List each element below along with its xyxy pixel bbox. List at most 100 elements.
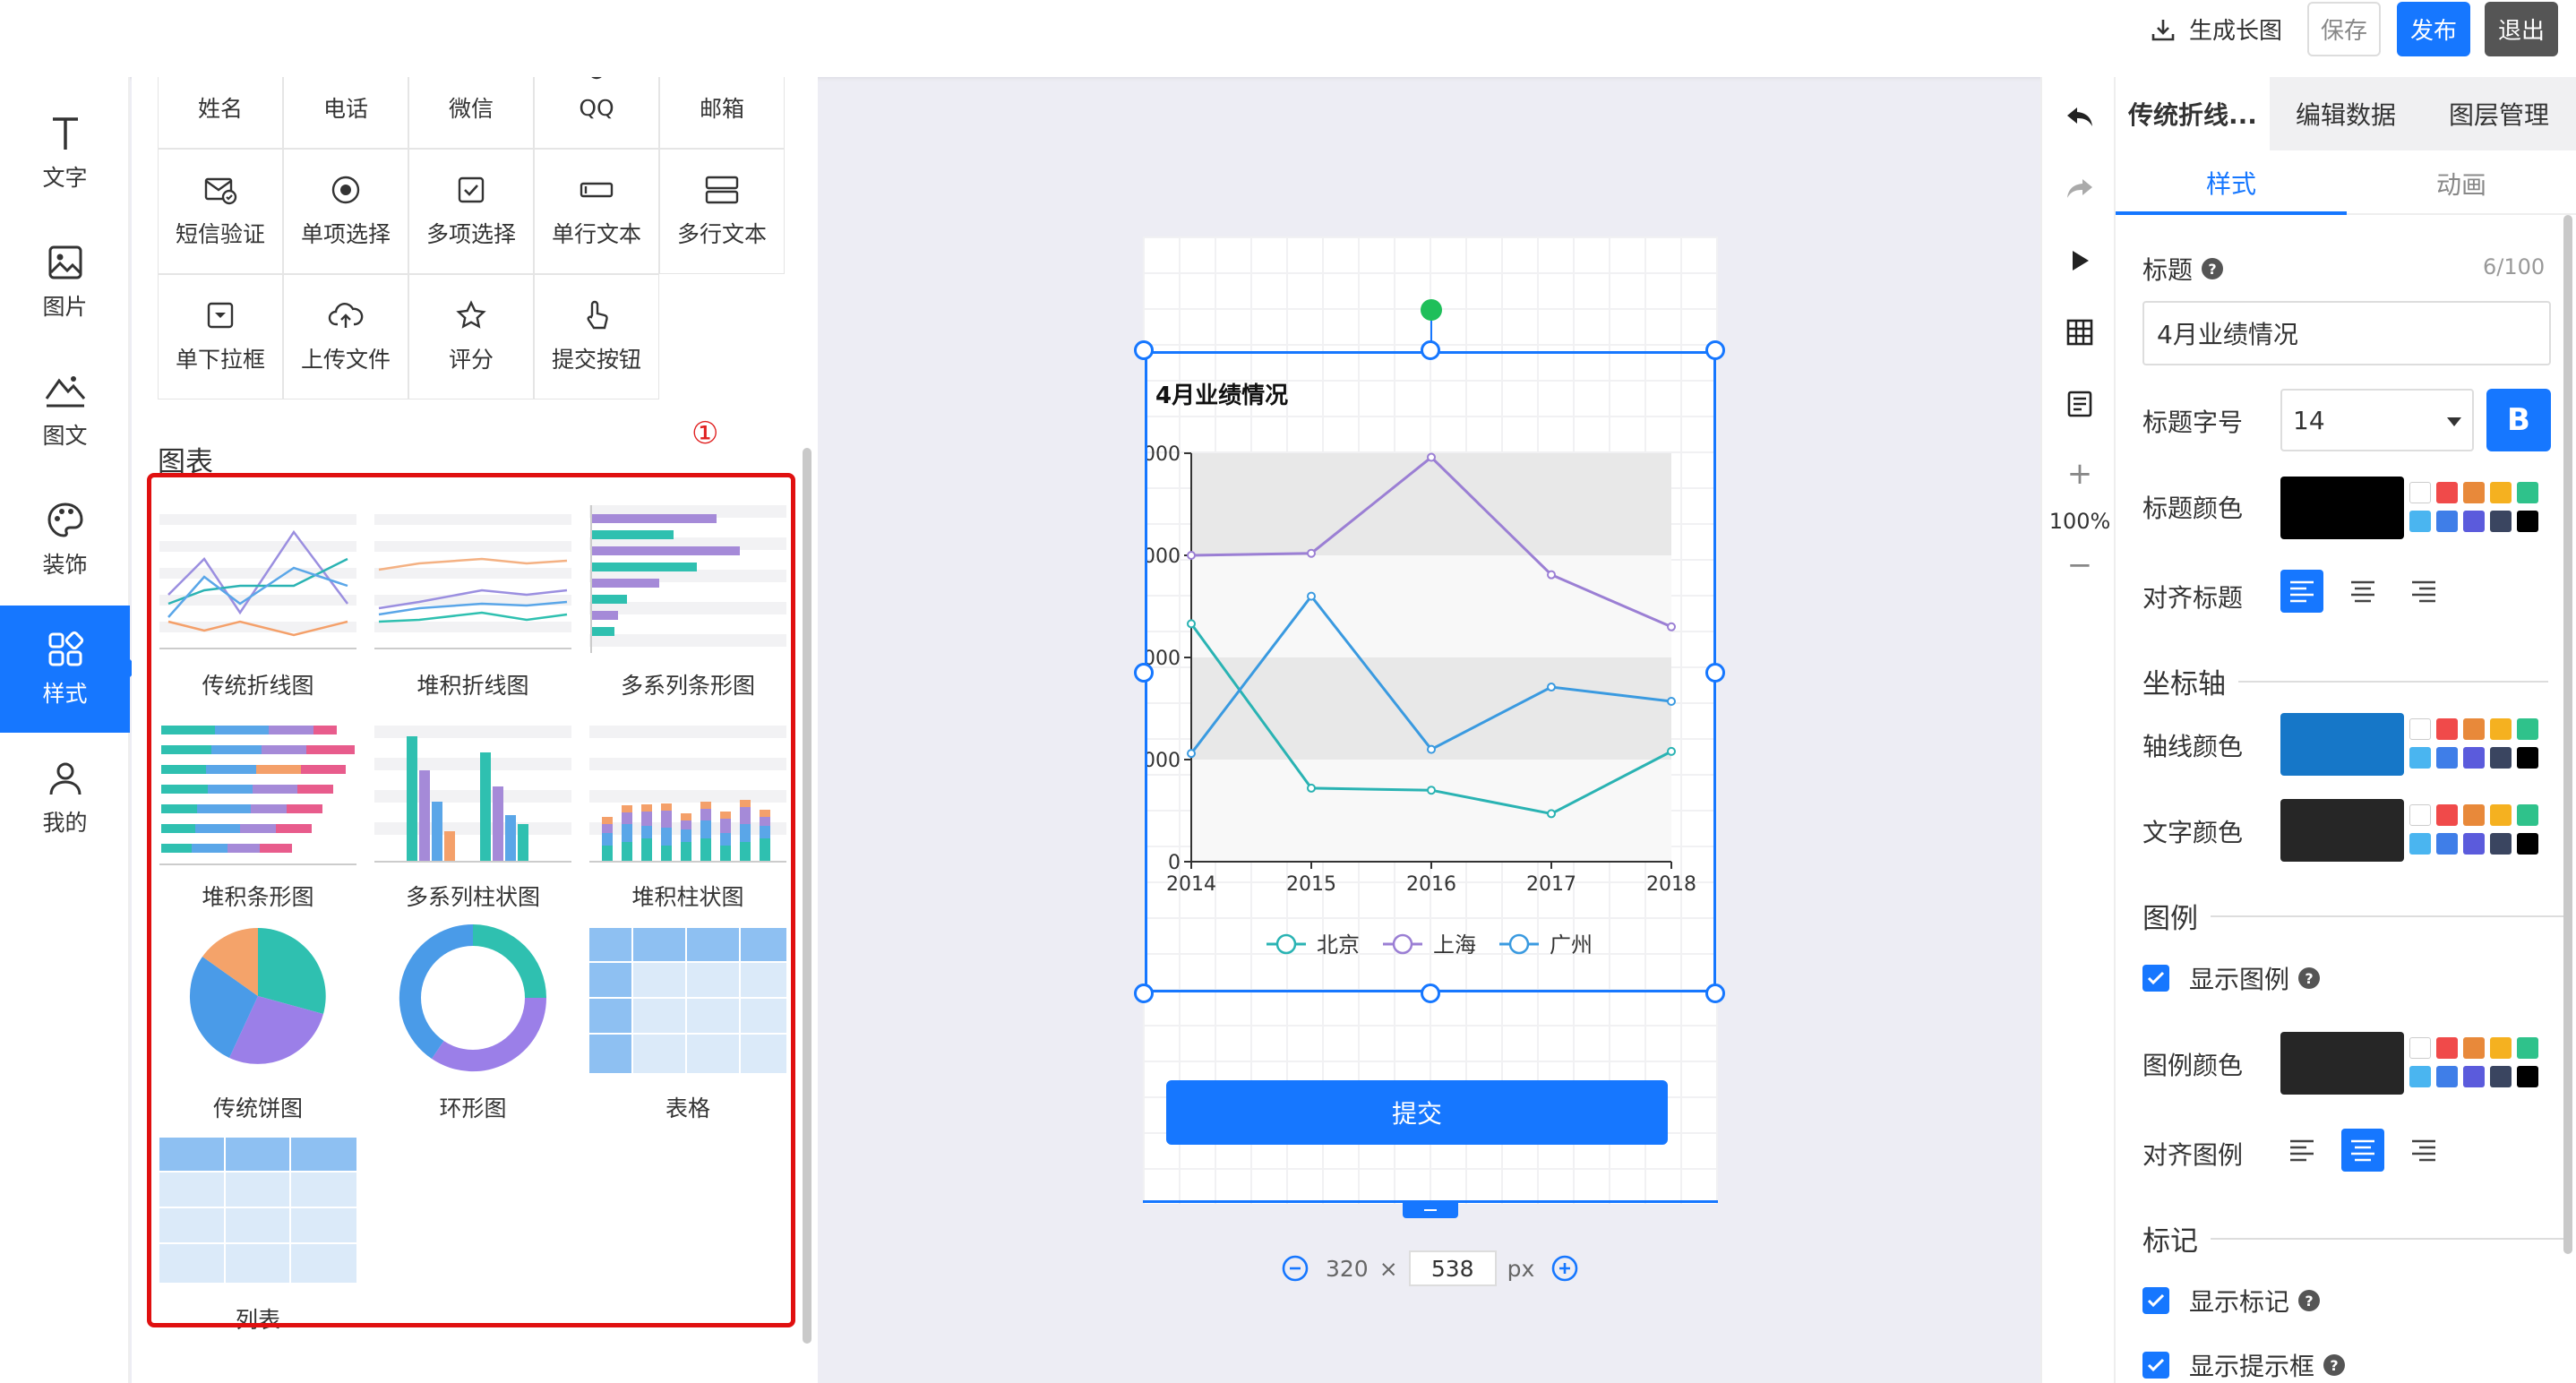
canvas-height-handle[interactable]	[1403, 1202, 1458, 1218]
redo-button[interactable]	[2042, 167, 2117, 211]
palette-swatch[interactable]	[2436, 804, 2458, 826]
palette-swatch[interactable]	[2409, 1066, 2431, 1087]
rail-item-image[interactable]: 图片	[0, 219, 130, 346]
zoom-in-icon[interactable]	[1550, 1254, 1579, 1283]
component-checkbox[interactable]: 多项选择	[408, 149, 534, 274]
resize-handle-r[interactable]	[1705, 663, 1725, 683]
submit-button[interactable]: 提交	[1166, 1080, 1668, 1145]
show-tooltip-checkbox[interactable]: 显示提示框 ?	[2142, 1347, 2346, 1383]
component-upload[interactable]: 上传文件	[283, 274, 408, 399]
align-right-button[interactable]	[2402, 570, 2445, 613]
palette-swatch[interactable]	[2517, 1066, 2538, 1087]
palette-swatch[interactable]	[2490, 511, 2512, 532]
palette-swatch[interactable]	[2409, 511, 2431, 532]
palette-swatch[interactable]	[2409, 833, 2431, 855]
component-sms-verify[interactable]: 短信验证	[158, 149, 283, 274]
palette-swatch[interactable]	[2490, 1037, 2512, 1059]
component-radio[interactable]: 单项选择	[283, 149, 408, 274]
bold-toggle[interactable]: B	[2486, 389, 2551, 451]
palette-swatch[interactable]	[2517, 718, 2538, 740]
palette-swatch[interactable]	[2463, 804, 2485, 826]
subtab-style[interactable]: 样式	[2116, 154, 2347, 215]
title-color-swatch[interactable]	[2280, 477, 2404, 539]
zoom-minus-button[interactable]: −	[2042, 543, 2117, 588]
align-left-button[interactable]	[2280, 1129, 2323, 1172]
zoom-plus-button[interactable]: +	[2042, 451, 2117, 496]
publish-button[interactable]: 发布	[2397, 2, 2470, 56]
resize-handle-tr[interactable]	[1705, 340, 1725, 360]
font-size-select[interactable]: 14	[2280, 389, 2474, 451]
resize-handle-l[interactable]	[1134, 663, 1154, 683]
component-wechat[interactable]: 微信	[408, 77, 534, 149]
undo-button[interactable]	[2042, 95, 2117, 140]
component-dropdown[interactable]: 单下拉框	[158, 274, 283, 399]
palette-swatch[interactable]	[2436, 747, 2458, 769]
palette-swatch[interactable]	[2490, 482, 2512, 503]
title-input[interactable]: 4月业绩情况	[2142, 301, 2551, 365]
palette-swatch[interactable]	[2517, 747, 2538, 769]
palette-swatch[interactable]	[2517, 511, 2538, 532]
text-color-swatch[interactable]	[2280, 799, 2404, 862]
palette-swatch[interactable]	[2463, 1066, 2485, 1087]
rail-item-image-text[interactable]: 图文	[0, 348, 130, 475]
help-icon[interactable]: ?	[2323, 1354, 2346, 1376]
palette-swatch[interactable]	[2436, 718, 2458, 740]
palette-swatch[interactable]	[2409, 482, 2431, 503]
rotate-handle[interactable]	[1421, 299, 1442, 321]
palette-swatch[interactable]	[2517, 804, 2538, 826]
palette-swatch[interactable]	[2463, 747, 2485, 769]
palette-swatch[interactable]	[2490, 833, 2512, 855]
align-left-button[interactable]	[2280, 570, 2323, 613]
palette-swatch[interactable]	[2517, 1037, 2538, 1059]
palette-swatch[interactable]	[2436, 511, 2458, 532]
palette-swatch[interactable]	[2436, 1037, 2458, 1059]
palette-swatch[interactable]	[2409, 747, 2431, 769]
component-qq[interactable]: QQ	[534, 77, 659, 149]
tab-layer-manage[interactable]: 图层管理	[2422, 77, 2576, 150]
resize-handle-b[interactable]	[1421, 984, 1440, 1003]
align-center-button[interactable]	[2341, 570, 2384, 613]
align-right-button[interactable]	[2402, 1129, 2445, 1172]
palette-swatch[interactable]	[2409, 804, 2431, 826]
zoom-out-icon[interactable]	[1281, 1254, 1309, 1283]
rail-item-text[interactable]: 文字	[0, 90, 130, 217]
properties-scrollbar[interactable]	[2563, 215, 2572, 1254]
resize-handle-tl[interactable]	[1134, 340, 1154, 360]
help-icon[interactable]: ?	[2298, 967, 2321, 989]
exit-button[interactable]: 退出	[2485, 2, 2558, 56]
component-single-line-text[interactable]: 单行文本	[534, 149, 659, 274]
resize-handle-bl[interactable]	[1134, 984, 1154, 1003]
preview-button[interactable]	[2042, 238, 2117, 283]
component-phone[interactable]: 电话	[283, 77, 408, 149]
show-marker-checkbox[interactable]: 显示标记 ?	[2142, 1283, 2321, 1319]
palette-swatch[interactable]	[2490, 747, 2512, 769]
palette-swatch[interactable]	[2463, 482, 2485, 503]
save-button[interactable]: 保存	[2307, 2, 2381, 56]
component-name[interactable]: 姓名	[158, 77, 283, 149]
resize-handle-br[interactable]	[1705, 984, 1725, 1003]
legend-color-swatch[interactable]	[2280, 1032, 2404, 1095]
align-center-button[interactable]	[2341, 1129, 2384, 1172]
tab-edit-data[interactable]: 编辑数据	[2270, 77, 2422, 150]
palette-swatch[interactable]	[2490, 718, 2512, 740]
component-email[interactable]: 邮箱	[659, 77, 785, 149]
subtab-animation[interactable]: 动画	[2347, 154, 2576, 215]
show-legend-checkbox[interactable]: 显示图例 ?	[2142, 960, 2321, 996]
axis-color-swatch[interactable]	[2280, 713, 2404, 776]
palette-swatch[interactable]	[2463, 718, 2485, 740]
palette-swatch[interactable]	[2436, 833, 2458, 855]
help-icon[interactable]: ?	[2298, 1290, 2321, 1311]
resize-handle-t[interactable]	[1421, 340, 1440, 360]
grid-toggle-button[interactable]	[2042, 310, 2117, 355]
palette-swatch[interactable]	[2517, 482, 2538, 503]
rail-item-decoration[interactable]: 装饰	[0, 477, 130, 604]
palette-swatch[interactable]	[2517, 833, 2538, 855]
generate-long-image-button[interactable]: 生成长图	[2144, 2, 2288, 56]
notes-button[interactable]	[2042, 382, 2117, 426]
palette-swatch[interactable]	[2463, 511, 2485, 532]
component-rating[interactable]: 评分	[408, 274, 534, 399]
canvas-height-input[interactable]: 538	[1408, 1250, 1497, 1286]
palette-swatch[interactable]	[2436, 1066, 2458, 1087]
palette-swatch[interactable]	[2436, 482, 2458, 503]
panel-scrollbar[interactable]	[803, 448, 811, 1344]
